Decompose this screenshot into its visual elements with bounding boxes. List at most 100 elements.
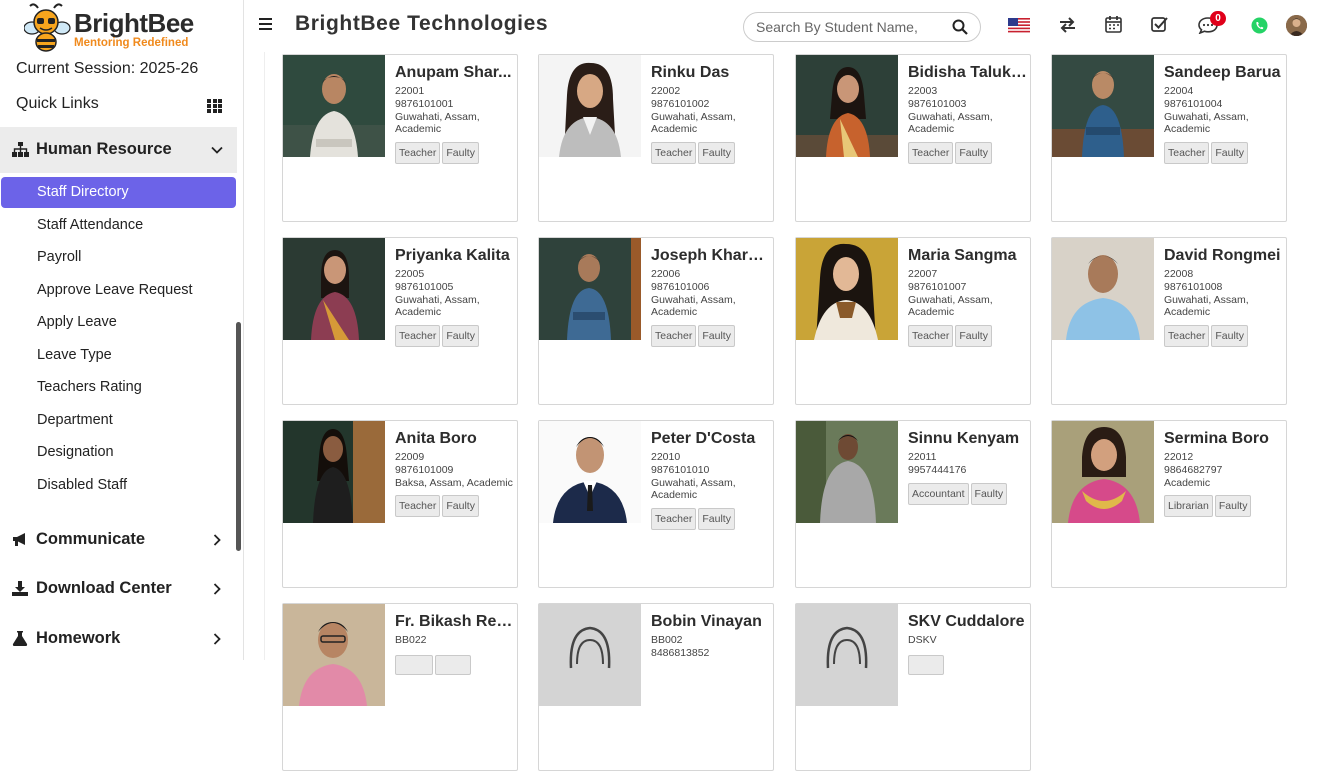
staff-card[interactable]: Bidisha Talukd... 22003 9876101003 Guwahat… xyxy=(795,54,1031,222)
staff-name[interactable]: Fr. Bikash Rev... xyxy=(395,612,517,632)
apps-grid-icon[interactable] xyxy=(207,99,222,113)
switch-arrows-icon[interactable] xyxy=(1059,17,1076,33)
sidebar-section-human-resource[interactable]: Human Resource xyxy=(0,127,237,173)
sidebar-item-designation[interactable]: Designation xyxy=(37,444,114,460)
staff-card[interactable]: Peter D'Costa 22010 9876101010 Guwahati, A… xyxy=(538,420,774,588)
role-tag: Teacher xyxy=(908,325,954,348)
staff-name[interactable]: Rinku Das xyxy=(651,63,773,83)
staff-card[interactable]: Rinku Das 22002 9876101002 Guwahati, Assam… xyxy=(538,54,774,222)
user-placeholder-icon xyxy=(796,604,898,706)
search-icon[interactable] xyxy=(952,19,968,35)
checkbox-tasks-icon[interactable] xyxy=(1151,15,1169,33)
sidebar-section-label: Communicate xyxy=(36,530,146,548)
staff-location: Guwahati, Assam, Academic xyxy=(908,293,993,319)
role-tag: Teacher xyxy=(395,142,441,165)
staff-name[interactable]: Sermina Boro xyxy=(1164,429,1286,449)
brand-tagline: Mentoring Redefined xyxy=(74,37,189,49)
staff-id: 22011 xyxy=(908,451,937,463)
staff-location: Guwahati, Assam, Academic xyxy=(651,476,736,502)
staff-card[interactable]: Priyanka Kalita 22005 9876101005 Guwahati,… xyxy=(282,237,518,405)
sidebar-section-label: Human Resource xyxy=(36,140,172,158)
staff-card[interactable]: David Rongmei 22008 9876101008 Guwahati, A… xyxy=(1051,237,1287,405)
role-tag: Teacher xyxy=(651,142,697,165)
sidebar-item-approve-leave-request[interactable]: Approve Leave Request xyxy=(37,282,193,298)
sidebar-item-staff-directory[interactable]: Staff Directory xyxy=(1,177,236,208)
chevron-down-icon xyxy=(211,146,223,154)
sidebar-item-teachers-rating[interactable]: Teachers Rating xyxy=(37,379,142,395)
staff-id: 22007 xyxy=(908,268,938,280)
staff-photo xyxy=(283,604,385,706)
staff-card[interactable]: Sermina Boro 22012 9864682797 Academic Lib… xyxy=(1051,420,1287,588)
sidebar: BrightBee Mentoring Redefined Current Se… xyxy=(0,0,244,660)
staff-id: 22005 xyxy=(395,268,425,280)
role-tag: Teacher xyxy=(651,325,697,348)
whatsapp-icon[interactable] xyxy=(1251,17,1268,34)
role-tag: Faulty xyxy=(970,482,1008,505)
staff-card[interactable]: Sinnu Kenyam 22011 9957444176 Accountant F… xyxy=(795,420,1031,588)
staff-photo xyxy=(283,238,385,340)
staff-card[interactable]: Sandeep Barua 22004 9876101004 Guwahati, A… xyxy=(1051,54,1287,222)
sidebar-item-staff-attendance[interactable]: Staff Attendance xyxy=(37,217,143,233)
role-tag: Faulty xyxy=(442,325,479,348)
sidebar-section-communicate[interactable]: Communicate xyxy=(0,525,237,555)
sidebar-item-disabled-staff[interactable]: Disabled Staff xyxy=(37,477,127,493)
us-flag-icon[interactable] xyxy=(1008,18,1030,33)
staff-card[interactable]: Anita Boro 22009 9876101009 Baksa, Assam, … xyxy=(282,420,518,588)
user-avatar[interactable] xyxy=(1286,15,1307,36)
sidebar-scrollbar[interactable] xyxy=(236,322,241,551)
staff-name[interactable]: SKV Cuddalore xyxy=(908,612,1030,632)
page-title: BrightBee Technologies xyxy=(295,12,549,35)
staff-card[interactable]: Bobin Vinayan BB002 8486813852 xyxy=(538,603,774,771)
staff-name[interactable]: Joseph Kharm... xyxy=(651,246,773,266)
staff-id: 22006 xyxy=(651,268,681,280)
role-tag xyxy=(908,654,944,675)
role-tag: Faulty xyxy=(698,508,735,531)
calendar-icon[interactable] xyxy=(1105,15,1122,33)
staff-name[interactable]: David Rongmei xyxy=(1164,246,1286,266)
staff-name[interactable]: Maria Sangma xyxy=(908,246,1030,266)
staff-card[interactable]: Maria Sangma 22007 9876101007 Guwahati, As… xyxy=(795,237,1031,405)
staff-name[interactable]: Peter D'Costa xyxy=(651,429,773,449)
download-icon xyxy=(12,581,28,596)
staff-card[interactable]: Joseph Kharm... 22006 9876101006 Guwahati,… xyxy=(538,237,774,405)
quick-links[interactable]: Quick Links xyxy=(16,95,226,113)
staff-phone: 8486813852 xyxy=(651,646,710,659)
chevron-right-icon xyxy=(213,534,221,546)
role-tag xyxy=(435,654,471,675)
staff-card[interactable]: Anupam Shar... 22001 9876101001 Guwahati, … xyxy=(282,54,518,222)
avatar-image xyxy=(1286,15,1307,36)
staff-info: SKV Cuddalore DSKV xyxy=(908,612,1030,680)
role-tag xyxy=(395,654,433,675)
staff-location: Guwahati, Assam, Academic xyxy=(1164,293,1249,319)
role-tag: Accountant xyxy=(908,482,969,505)
search-input[interactable] xyxy=(756,18,936,36)
sidebar-section-download-center[interactable]: Download Center xyxy=(0,574,237,604)
brand-logo[interactable]: BrightBee Mentoring Redefined xyxy=(24,2,204,52)
sidebar-item-department[interactable]: Department xyxy=(37,412,113,428)
top-header: BrightBee Technologies 0 xyxy=(244,0,1324,52)
role-tag: Teacher xyxy=(1164,142,1210,165)
staff-name[interactable]: Anita Boro xyxy=(395,429,517,449)
staff-name[interactable]: Sandeep Barua xyxy=(1164,63,1286,83)
staff-card[interactable]: SKV Cuddalore DSKV xyxy=(795,603,1031,771)
staff-name[interactable]: Bidisha Talukd... xyxy=(908,63,1030,83)
sidebar-section-homework[interactable]: Homework xyxy=(0,624,237,654)
staff-info: Sandeep Barua 22004 9876101004 Guwahati, A… xyxy=(1164,63,1286,165)
staff-card[interactable]: Fr. Bikash Rev... BB022 xyxy=(282,603,518,771)
staff-name[interactable]: Sinnu Kenyam xyxy=(908,429,1030,449)
sidebar-item-payroll[interactable]: Payroll xyxy=(37,249,81,265)
sidebar-item-apply-leave[interactable]: Apply Leave xyxy=(37,314,117,330)
quick-links-label: Quick Links xyxy=(16,95,99,112)
staff-info: Sinnu Kenyam 22011 9957444176 Accountant F… xyxy=(908,429,1030,505)
staff-photo xyxy=(796,55,898,157)
staff-location: Guwahati, Assam, Academic xyxy=(395,293,480,319)
role-tag: Teacher xyxy=(1164,325,1210,348)
staff-phone: 9876101003 xyxy=(908,97,967,110)
staff-name[interactable]: Bobin Vinayan xyxy=(651,612,773,632)
staff-name[interactable]: Priyanka Kalita xyxy=(395,246,517,266)
staff-name[interactable]: Anupam Shar... xyxy=(395,63,517,83)
notification-badge: 0 xyxy=(1210,11,1226,26)
sidebar-item-leave-type[interactable]: Leave Type xyxy=(37,347,112,363)
role-tag: Faulty xyxy=(955,325,992,348)
hamburger-menu-icon[interactable] xyxy=(259,18,272,30)
